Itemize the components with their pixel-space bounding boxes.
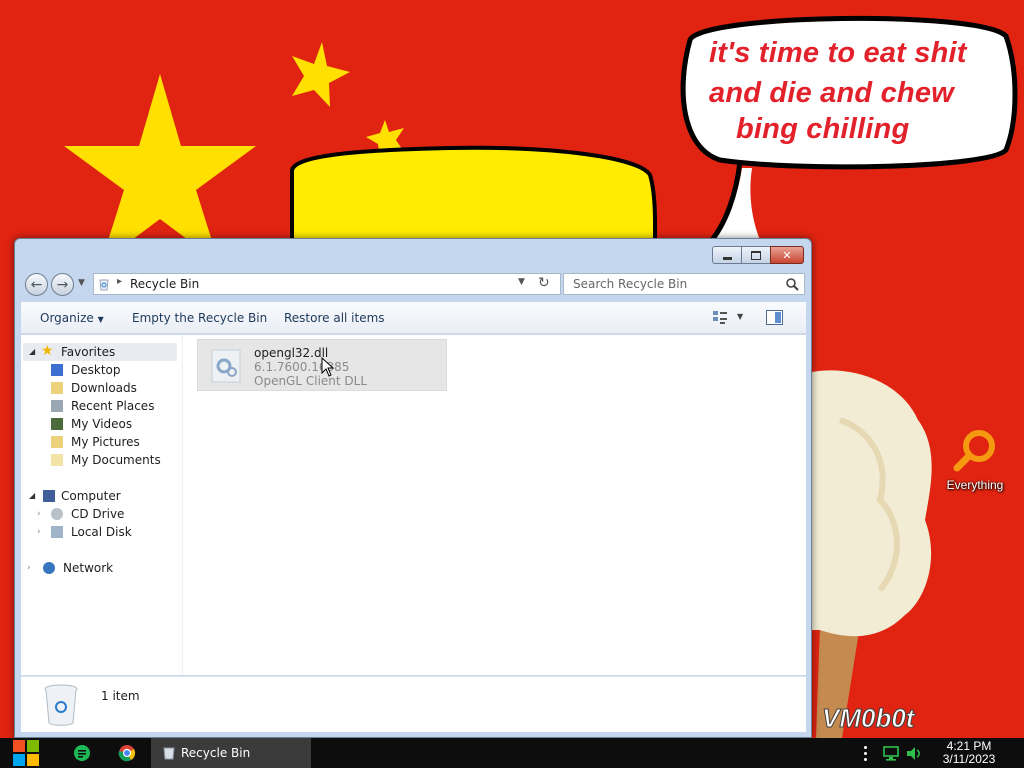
ice-cream-image: [812, 370, 932, 738]
task-label: Recycle Bin: [181, 746, 251, 760]
collapse-arrow-icon: ◢: [29, 491, 36, 500]
view-options-dropdown-icon[interactable]: ▼: [737, 312, 743, 321]
network-status-icon[interactable]: [882, 746, 900, 761]
nav-item-label: Downloads: [71, 381, 137, 395]
close-button[interactable]: ✕: [770, 246, 804, 264]
chrome-icon: [118, 745, 136, 762]
network-icon: [43, 562, 55, 574]
breadcrumb-separator-icon: ▸: [117, 276, 123, 287]
desktop-icon-everything[interactable]: Everything: [938, 428, 1012, 492]
restore-all-items-button[interactable]: Restore all items: [284, 311, 385, 325]
forward-arrow-icon: →: [56, 276, 69, 293]
mouse-cursor-icon: [321, 357, 335, 377]
recent-pages-dropdown[interactable]: ▼: [78, 278, 85, 288]
nav-favorites[interactable]: ◢ ★ Favorites: [23, 343, 177, 361]
clock[interactable]: 4:21 PM 3/11/2023: [934, 740, 1004, 766]
nav-network-label: Network: [63, 561, 114, 575]
desktop-icon: [51, 364, 63, 376]
details-pane: 1 item: [21, 676, 806, 732]
file-description: OpenGL Client DLL: [254, 374, 368, 388]
nav-item-label: My Videos: [71, 417, 133, 431]
empty-recycle-bin-button[interactable]: Empty the Recycle Bin: [132, 311, 267, 325]
organize-label: Organize: [40, 311, 94, 325]
recycle-bin-icon: [163, 747, 175, 760]
clock-date: 3/11/2023: [942, 752, 996, 766]
taskbar: Recycle Bin 4:21 PM 3/11/2023: [0, 738, 1024, 768]
computer-icon: [43, 490, 55, 502]
command-bar: Organize ▼ Empty the Recycle Bin Restore…: [21, 302, 806, 334]
speech-line-1: it's time to eat shit: [709, 37, 967, 69]
search-placeholder: Search Recycle Bin: [573, 277, 688, 291]
content-area: ◢ ★ Favorites Desktop Downloads Recent P…: [21, 335, 806, 675]
collapse-arrow-icon: ◢: [29, 347, 36, 356]
nav-favorites-label: Favorites: [61, 345, 116, 359]
taskbar-pinned-app[interactable]: [68, 738, 96, 768]
chevron-down-icon: ▼: [97, 315, 104, 324]
breadcrumb-recycle-bin[interactable]: Recycle Bin: [130, 277, 199, 291]
back-button[interactable]: ←: [25, 273, 48, 296]
refresh-icon[interactable]: ↻: [538, 275, 550, 291]
expand-arrow-icon: ›: [27, 563, 31, 573]
navigation-pane: ◢ ★ Favorites Desktop Downloads Recent P…: [21, 335, 183, 675]
address-dropdown-icon[interactable]: ▼: [518, 277, 525, 287]
yellow-shape: [290, 145, 658, 242]
nav-item-label: Desktop: [71, 363, 121, 377]
nav-item-label: My Pictures: [71, 435, 140, 449]
taskbar-task-recycle-bin[interactable]: Recycle Bin: [151, 738, 311, 768]
file-version: 6.1.7600.16385: [254, 360, 350, 374]
favorites-star-icon: ★: [41, 343, 54, 359]
nav-item-label: Local Disk: [71, 525, 132, 539]
nav-computer-label: Computer: [61, 489, 121, 503]
preview-pane-icon[interactable]: [766, 310, 783, 325]
organize-menu[interactable]: Organize ▼: [40, 311, 104, 325]
minimize-button[interactable]: [712, 246, 742, 264]
navigation-bar: ← → ▼ ▸ Recycle Bin ▼ ↻ Search Recycle B…: [23, 272, 805, 298]
back-arrow-icon: ←: [30, 276, 43, 293]
recent-places-icon: [51, 400, 63, 412]
cd-drive-icon: [51, 508, 63, 520]
documents-folder-icon: [51, 454, 63, 466]
recycle-bin-icon: [99, 279, 109, 291]
window-controls: ✕: [712, 246, 804, 264]
close-icon: ✕: [782, 248, 792, 262]
nav-item-label: CD Drive: [71, 507, 125, 521]
local-disk-icon: [51, 526, 63, 538]
expand-arrow-icon: ›: [37, 509, 41, 519]
explorer-window[interactable]: ✕ ← → ▼ ▸ Recycle Bin ▼ ↻ Search Recycle…: [14, 238, 812, 738]
chevron-down-icon: ▼: [78, 278, 85, 288]
watermark-text: VM0b0t: [821, 703, 915, 734]
maximize-button[interactable]: [741, 246, 771, 264]
maximize-icon: [751, 250, 761, 260]
change-view-icon[interactable]: [712, 310, 728, 326]
nav-item-label: Recent Places: [71, 399, 155, 413]
forward-button[interactable]: →: [51, 273, 74, 296]
start-button[interactable]: [6, 738, 46, 768]
speech-line-2: and die and chew: [709, 77, 954, 109]
desktop-icon-label: Everything: [946, 478, 1004, 492]
search-magnifier-icon: [953, 430, 995, 472]
search-box[interactable]: Search Recycle Bin: [563, 273, 805, 295]
app-icon: [74, 745, 90, 761]
expand-arrow-icon: ›: [37, 527, 41, 537]
dll-file-icon: [211, 349, 241, 383]
item-count: 1 item: [101, 689, 140, 703]
file-name: opengl32.dll: [254, 346, 329, 360]
recycle-bin-icon: [44, 684, 78, 726]
tray-overflow-icon[interactable]: [861, 746, 871, 762]
speech-line-3: bing chilling: [736, 113, 910, 145]
nav-item-label: My Documents: [71, 453, 161, 467]
minimize-icon: [722, 256, 732, 260]
windows-logo-icon: [13, 740, 39, 766]
pictures-folder-icon: [51, 436, 63, 448]
videos-folder-icon: [51, 418, 63, 430]
taskbar-pinned-chrome[interactable]: [113, 738, 141, 768]
volume-icon[interactable]: [905, 746, 923, 761]
address-bar[interactable]: ▸ Recycle Bin ▼ ↻: [93, 273, 561, 295]
search-icon[interactable]: [786, 278, 799, 291]
downloads-folder-icon: [51, 382, 63, 394]
